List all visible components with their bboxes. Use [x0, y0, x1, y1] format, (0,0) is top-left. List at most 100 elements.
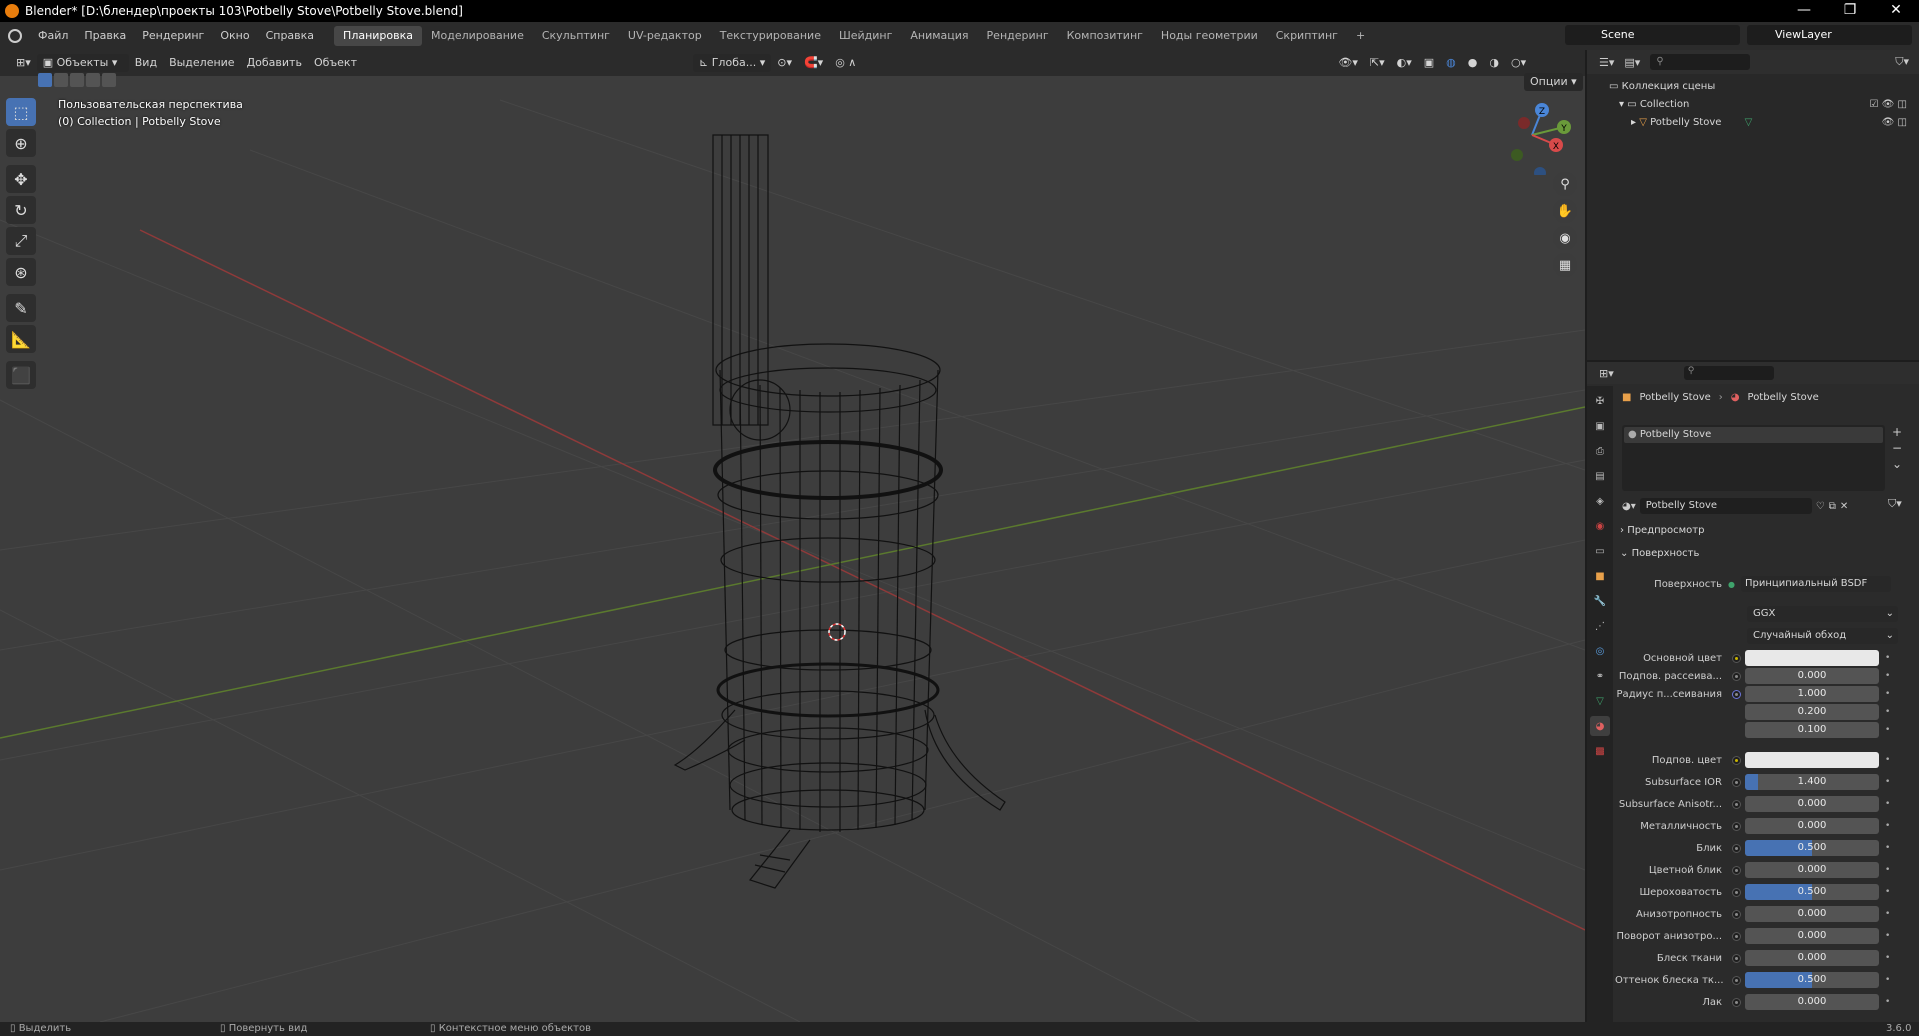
value-field[interactable]: 0.000 [1745, 928, 1879, 944]
value-field[interactable]: 0.500 [1745, 972, 1879, 988]
keyframe-dot-icon[interactable]: • [1885, 821, 1895, 831]
tab-workspace[interactable]: Скриптинг [1267, 26, 1347, 46]
keyframe-dot-icon[interactable]: • [1885, 865, 1895, 875]
value-field[interactable]: 0.000 [1745, 818, 1879, 834]
collection-visibility-icon[interactable]: ☑ 👁 ◫ [1870, 96, 1907, 114]
tool-tab-icon[interactable]: ✠ [1590, 391, 1610, 411]
navigation-gizmo[interactable]: Z Y X [1502, 95, 1572, 175]
keyframe-dot-icon[interactable]: • [1885, 909, 1895, 919]
output-tab-icon[interactable]: ⎙ [1590, 441, 1610, 461]
subsurface-method-dropdown[interactable]: Случайный обход ⌄ [1747, 628, 1898, 644]
panel-preview[interactable]: › Предпросмотр [1620, 525, 1910, 536]
gizmo-toggle-icon[interactable]: ⇱▾ [1364, 54, 1391, 72]
physics-tab-icon[interactable]: ◎ [1590, 641, 1610, 661]
select-invert-icon[interactable] [86, 73, 100, 87]
blender-menu-icon[interactable] [8, 29, 22, 43]
display-mode-icon[interactable]: ▤▾ [1624, 56, 1640, 69]
socket-icon[interactable] [1732, 865, 1741, 875]
surface-shader-field[interactable]: Принципиальный BSDF [1740, 576, 1891, 592]
tab-workspace[interactable]: Анимация [901, 26, 977, 46]
socket-icon[interactable] [1732, 975, 1741, 985]
menu-object[interactable]: Объект [308, 54, 363, 72]
socket-icon[interactable] [1732, 671, 1741, 681]
xray-icon[interactable]: ▣ [1418, 54, 1440, 72]
value-field[interactable]: 0.000 [1745, 950, 1879, 966]
select-intersect-icon[interactable] [102, 73, 116, 87]
keyframe-dot-icon[interactable]: • [1885, 777, 1895, 787]
duplicate-material-icon[interactable]: ⧉ [1829, 501, 1836, 512]
collection-tab-icon[interactable]: ▭ [1590, 541, 1610, 561]
outliner-scene-collection[interactable]: ▭ Коллекция сцены [1609, 78, 1919, 96]
tab-workspace[interactable]: + [1347, 26, 1374, 46]
material-slot-list[interactable]: ● Potbelly Stove [1622, 425, 1885, 491]
measure-icon[interactable]: 📐 [6, 325, 36, 353]
keyframe-dot-icon[interactable]: • [1885, 931, 1895, 941]
socket-icon[interactable] [1732, 653, 1741, 663]
tab-workspace[interactable]: UV-редактор [619, 26, 711, 46]
viewlayer-selector[interactable]: ViewLayer [1747, 25, 1912, 45]
tab-workspace[interactable]: Скульптинг [533, 26, 619, 46]
particles-tab-icon[interactable]: ⋰ [1590, 616, 1610, 636]
proportional-edit-icon[interactable]: ◎ ∧ [829, 54, 862, 72]
render-tab-icon[interactable]: ▣ [1590, 416, 1610, 436]
fake-user-icon[interactable]: ♡ [1816, 501, 1825, 512]
filter-icon[interactable]: ⛉▾ [1895, 55, 1909, 69]
options-dropdown[interactable]: Опции ▾ [1524, 73, 1583, 91]
shading-rendered-icon[interactable]: ○▾ [1505, 54, 1532, 72]
constraints-tab-icon[interactable]: ⚭ [1590, 666, 1610, 686]
tab-workspace[interactable]: Шейдинг [830, 26, 901, 46]
outliner-search-input[interactable]: ⚲ [1650, 54, 1751, 70]
remove-slot-button[interactable]: − [1892, 441, 1902, 455]
socket-icon[interactable] [1732, 799, 1741, 809]
select-box-icon[interactable]: ⬚ [6, 98, 36, 126]
shading-wireframe-icon[interactable]: ◍ [1440, 54, 1462, 72]
transform-orientation-dropdown[interactable]: ⊾ Глоба... ▾ [693, 54, 772, 72]
material-slot-item[interactable]: ● Potbelly Stove [1624, 427, 1883, 443]
value-field[interactable]: 0.000 [1745, 906, 1879, 922]
pivot-icon[interactable]: ⊙▾ [771, 54, 798, 72]
mode-dropdown[interactable]: ▣ Объекты ▾ [36, 54, 129, 72]
outliner-collection[interactable]: ▾ ▭ Collection ☑ 👁 ◫ [1609, 96, 1919, 114]
tab-workspace[interactable]: Композитинг [1058, 26, 1152, 46]
value-field[interactable]: 0.200 [1745, 704, 1879, 720]
keyframe-dot-icon[interactable]: • [1885, 689, 1895, 699]
tab-workspace[interactable]: Ноды геометрии [1152, 26, 1267, 46]
distribution-dropdown[interactable]: GGX ⌄ [1747, 606, 1898, 622]
add-cube-icon[interactable]: ⬛ [6, 361, 36, 389]
scale-icon[interactable]: ⤢ [6, 227, 36, 255]
keyframe-dot-icon[interactable]: • [1885, 653, 1895, 663]
socket-icon[interactable] [1732, 689, 1741, 699]
keyframe-dot-icon[interactable]: • [1885, 887, 1895, 897]
close-button[interactable]: ✕ [1873, 0, 1919, 22]
shading-solid-icon[interactable]: ● [1462, 54, 1484, 72]
add-slot-button[interactable]: + [1892, 425, 1902, 439]
socket-icon[interactable] [1732, 887, 1741, 897]
panel-surface[interactable]: ⌄ Поверхность [1620, 548, 1910, 559]
texture-tab-icon[interactable]: ▩ [1590, 741, 1610, 761]
visibility-icon[interactable]: 👁▾ [1332, 54, 1364, 72]
scene-selector[interactable]: Scene [1565, 25, 1740, 45]
tab-workspace[interactable]: Моделирование [422, 26, 533, 46]
modifier-tab-icon[interactable]: 🔧 [1590, 591, 1610, 611]
value-field[interactable]: 0.500 [1745, 840, 1879, 856]
overlay-toggle-icon[interactable]: ◐▾ [1391, 54, 1418, 72]
value-field[interactable]: 1.400 [1745, 774, 1879, 790]
value-field[interactable]: 0.000 [1745, 994, 1879, 1010]
rotate-icon[interactable]: ↻ [6, 196, 36, 224]
properties-editor-icon[interactable]: ⊞▾ [1599, 367, 1614, 380]
object-visibility-icon[interactable]: 👁 ◫ [1882, 114, 1907, 132]
socket-icon[interactable] [1732, 843, 1741, 853]
outliner-object-potbelly-stove[interactable]: ▸ ▽ Potbelly Stove ▽ 👁 ◫ [1609, 114, 1919, 132]
properties-search-input[interactable]: ⚲ [1683, 366, 1774, 380]
snap-icon[interactable]: 🧲▾ [798, 54, 829, 72]
menu-item[interactable]: Рендеринг [134, 22, 212, 50]
shading-material-icon[interactable]: ◑ [1483, 54, 1505, 72]
socket-icon[interactable] [1732, 931, 1741, 941]
slot-specials-button[interactable]: ⌄ [1892, 457, 1902, 471]
menu-item[interactable]: Справка [258, 22, 322, 50]
move-icon[interactable]: ✥ [6, 165, 36, 193]
menu-item[interactable]: Правка [76, 22, 134, 50]
value-field[interactable]: 0.000 [1745, 668, 1879, 684]
minimize-button[interactable]: — [1781, 0, 1827, 22]
grid-ortho-icon[interactable]: ▦ [1553, 253, 1577, 277]
